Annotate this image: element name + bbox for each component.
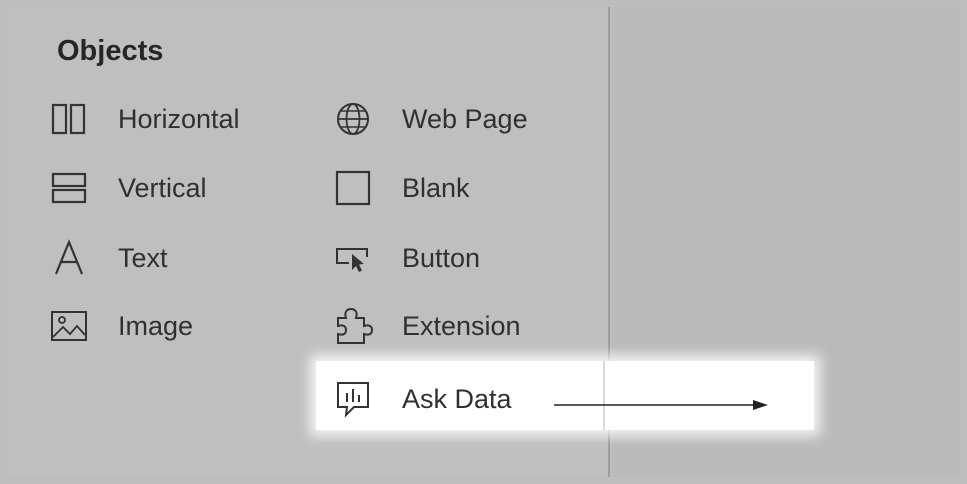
callout-arrow xyxy=(550,398,770,412)
blank-icon xyxy=(332,168,374,208)
object-label: Web Page xyxy=(402,103,528,134)
puzzle-icon xyxy=(332,306,374,346)
object-label: Blank xyxy=(402,172,470,203)
panel-title: Objects xyxy=(57,35,164,67)
panel-divider xyxy=(603,361,605,430)
object-label: Image xyxy=(118,310,194,341)
object-horizontal[interactable]: Horizontal xyxy=(48,99,240,139)
horizontal-layout-icon xyxy=(48,99,90,139)
object-web-page[interactable]: Web Page xyxy=(332,99,528,139)
globe-icon xyxy=(332,99,374,139)
object-label: Ask Data xyxy=(402,383,512,414)
object-blank[interactable]: Blank xyxy=(332,168,470,208)
text-icon xyxy=(48,238,90,278)
object-ask-data[interactable]: Ask Data xyxy=(332,379,512,419)
image-icon xyxy=(48,306,90,346)
object-text[interactable]: Text xyxy=(48,238,168,278)
vertical-layout-icon xyxy=(48,168,90,208)
object-extension[interactable]: Extension xyxy=(332,306,521,346)
object-image[interactable]: Image xyxy=(48,306,193,346)
object-label: Horizontal xyxy=(118,103,240,134)
object-button[interactable]: Button xyxy=(332,238,480,278)
object-label: Vertical xyxy=(118,172,207,203)
object-vertical[interactable]: Vertical xyxy=(48,168,207,208)
ask-data-icon xyxy=(332,379,374,419)
object-label: Button xyxy=(402,242,481,273)
button-cursor-icon xyxy=(332,238,374,278)
object-label: Extension xyxy=(402,310,521,341)
object-label: Text xyxy=(118,242,168,273)
